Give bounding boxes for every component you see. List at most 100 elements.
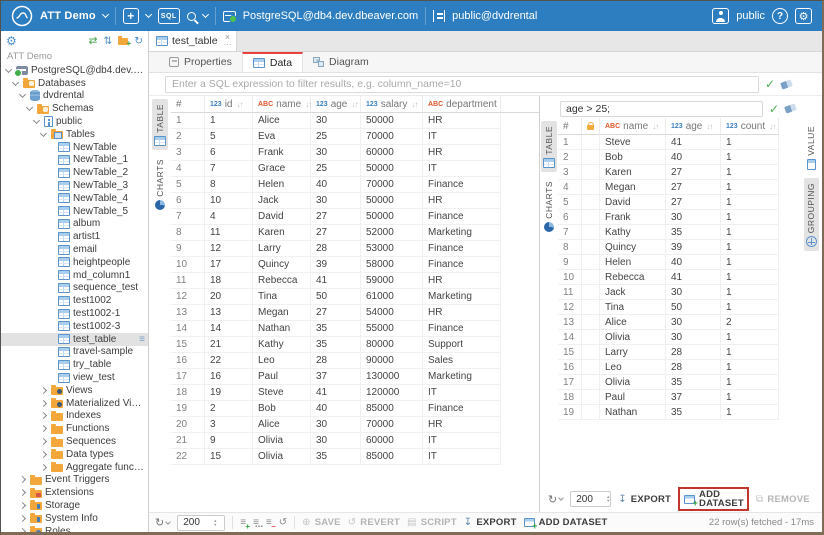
tree-item-views[interactable]: Views [1,384,148,397]
lock-cell[interactable] [582,405,600,420]
cell[interactable]: 27 [311,225,361,241]
cell[interactable]: 37 [311,369,361,385]
tab-value-panel[interactable]: VALUE [804,121,818,174]
cell[interactable]: 1 [721,300,779,315]
row-number[interactable]: 18 [558,390,582,405]
cell[interactable]: 85000 [361,401,423,417]
cell[interactable]: 1 [721,180,779,195]
cell[interactable]: 41 [666,270,721,285]
cell[interactable]: Helen [600,255,666,270]
row-number[interactable]: 4 [171,161,205,177]
revert-button[interactable]: ↺ REVERT [348,517,400,528]
save-button[interactable]: ⊕ SAVE [302,517,341,528]
cell[interactable]: 30 [666,285,721,300]
refresh-button[interactable]: ↻ [155,516,170,529]
table-row[interactable]: 9Helen401 [558,255,780,270]
lock-cell[interactable] [582,255,600,270]
tree-toggle-icon[interactable] [18,94,27,97]
cell[interactable]: 130000 [361,369,423,385]
sort-icon[interactable]: ↓↑ [706,122,712,131]
cell[interactable]: David [600,195,666,210]
cell[interactable]: HR [423,145,501,161]
cell[interactable]: Kathy [253,337,311,353]
lock-cell[interactable] [582,375,600,390]
table-row[interactable]: 17Olivia351 [558,375,780,390]
sort-icon[interactable]: ↓↑ [769,122,775,131]
row-number[interactable]: 8 [171,225,205,241]
sort-icon[interactable]: ↓↑ [411,100,417,109]
new-object-button[interactable]: + [123,8,139,24]
cell[interactable]: HR [423,193,501,209]
tree-toggle-icon[interactable] [18,490,27,495]
apply-filter-icon[interactable]: ✓ [765,78,775,90]
row-number[interactable]: 19 [171,401,205,417]
cell[interactable]: 25 [311,129,361,145]
table-row[interactable]: 912Larry2853000Finance [171,241,539,257]
cell[interactable]: Alice [253,113,311,129]
schema-selector[interactable]: public@dvdrental [452,10,537,22]
cell[interactable]: 40 [666,255,721,270]
cell[interactable]: Larry [253,241,311,257]
cell[interactable]: Jack [600,285,666,300]
cell[interactable]: Finance [423,321,501,337]
sql-editor-button[interactable]: SQL [158,8,180,24]
cell[interactable]: 37 [666,390,721,405]
tab-table-view[interactable]: TABLE [152,99,168,150]
row-number[interactable]: 20 [171,417,205,433]
export-button[interactable]: ↧ EXPORT [464,517,517,528]
cell[interactable]: 15 [205,449,253,465]
table-row[interactable]: 12Tina501 [558,300,780,315]
search-tools-icon[interactable] [187,12,196,21]
table-row[interactable]: 811Karen2752000Marketing [171,225,539,241]
cell[interactable]: Rebecca [253,273,311,289]
row-number[interactable]: 14 [171,321,205,337]
tree-item-public[interactable]: public [1,115,148,128]
row-number[interactable]: 14 [558,330,582,345]
cell[interactable]: 35 [311,321,361,337]
page-size-input[interactable] [178,517,212,528]
cell[interactable]: Eva [253,129,311,145]
cell[interactable]: Bob [600,150,666,165]
cell[interactable]: Marketing [423,225,501,241]
add-row-button[interactable]: ≡+ [240,518,246,528]
table-row[interactable]: 13Alice302 [558,315,780,330]
cell[interactable]: 9 [205,433,253,449]
connection-selector[interactable]: PostgreSQL@db4.dev.dbeaver.com [243,10,418,22]
user-avatar-icon[interactable] [712,8,729,24]
table-row[interactable]: 1521Kathy3580000Support [171,337,539,353]
cell[interactable]: 28 [666,360,721,375]
cell[interactable]: Steve [253,385,311,401]
cell[interactable]: 25 [311,161,361,177]
auto-refresh-button[interactable]: ↺ [279,518,287,528]
grouping-page-size-stepper[interactable]: ▲▼ [570,491,611,507]
tree-toggle-icon[interactable] [39,426,48,431]
cell[interactable]: Karen [600,165,666,180]
grouping-refresh-button[interactable]: ↻ [548,493,563,506]
tree-toggle-icon[interactable] [39,388,48,393]
cell[interactable]: Olivia [600,375,666,390]
cell[interactable]: 60000 [361,145,423,161]
row-number[interactable]: 5 [171,177,205,193]
table-row[interactable]: 47Grace2550000IT [171,161,539,177]
column-header-age[interactable]: 123age↓↑ [311,96,361,113]
tree-item-newtable-1[interactable]: NewTable_1 [1,154,148,167]
cell[interactable]: Finance [423,209,501,225]
cell[interactable]: 6 [205,145,253,161]
tab-data[interactable]: Data [242,52,303,72]
cell[interactable]: 27 [666,165,721,180]
row-number[interactable]: 21 [171,433,205,449]
table-row[interactable]: 10Rebecca411 [558,270,780,285]
cell[interactable]: 5 [205,129,253,145]
cell[interactable]: 50000 [361,161,423,177]
cell[interactable]: 1 [721,390,779,405]
lock-cell[interactable] [582,180,600,195]
cell[interactable]: 53000 [361,241,423,257]
search-tools-chevron-icon[interactable] [202,11,209,18]
cell[interactable]: 50 [311,289,361,305]
cell[interactable]: Bob [253,401,311,417]
cell[interactable]: 27 [311,305,361,321]
lock-cell[interactable] [582,345,600,360]
cell[interactable]: 4 [205,209,253,225]
tree-item-materialized-views[interactable]: Materialized Views [1,397,148,410]
lock-cell[interactable] [582,195,600,210]
